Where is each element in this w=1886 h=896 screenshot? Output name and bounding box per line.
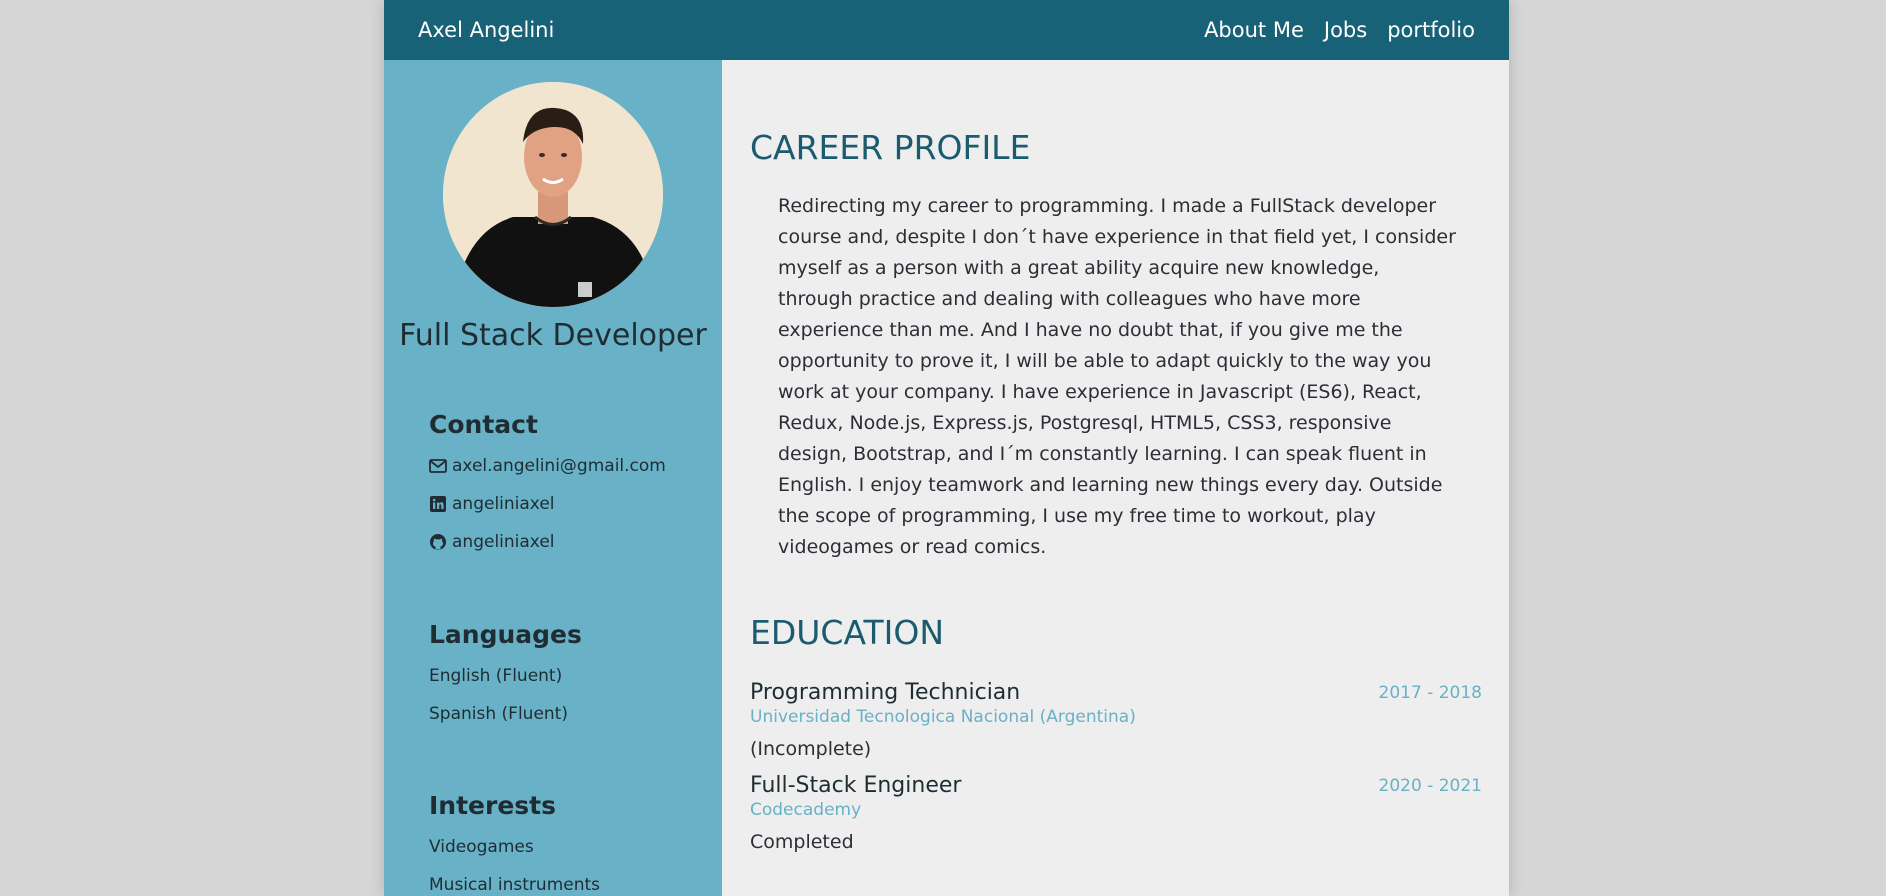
education-item: Full-Stack Engineer 2020 - 2021 Codecade… [750, 773, 1482, 853]
language-item-spanish: Spanish (Fluent) [429, 704, 568, 724]
linkedin-icon [429, 495, 447, 513]
linkedin-link[interactable]: angeliniaxel [452, 494, 555, 514]
contact-section: Contact axel.angelini@gmail.com angelini… [429, 410, 699, 561]
education-school: Codecademy [750, 800, 862, 820]
languages-section: Languages English (Fluent) Spanish (Flue… [429, 620, 699, 733]
career-profile-text: Redirecting my career to programming. I … [778, 195, 1456, 558]
education-status: (Incomplete) [750, 738, 872, 760]
resume-page: Axel Angelini About Me Jobs portfolio Fu… [384, 0, 1509, 896]
brand-link[interactable]: Axel Angelini [418, 18, 554, 42]
contact-heading: Contact [429, 410, 538, 439]
education-status: Completed [750, 831, 854, 853]
interest-item-videogames: Videogames [429, 837, 534, 857]
interest-item-musical-instruments: Musical instruments [429, 875, 601, 895]
github-icon [429, 533, 447, 551]
github-link[interactable]: angeliniaxel [452, 532, 555, 552]
languages-heading: Languages [429, 620, 582, 649]
education-item: Programming Technician 2017 - 2018 Unive… [750, 680, 1482, 760]
job-title: Full Stack Developer [399, 318, 707, 353]
education-years: 2020 - 2021 [1378, 776, 1482, 796]
nav-link-portfolio[interactable]: portfolio [1387, 18, 1475, 42]
nav-link-about-me[interactable]: About Me [1204, 18, 1304, 42]
top-navbar: Axel Angelini About Me Jobs portfolio [384, 0, 1509, 60]
education-degree: Full-Stack Engineer [750, 773, 962, 798]
main-content: CAREER PROFILE Redirecting my career to … [750, 60, 1482, 853]
career-profile-title: CAREER PROFILE [750, 128, 1031, 167]
sidebar: Full Stack Developer Contact axel.angeli… [384, 60, 722, 896]
contact-email-item: axel.angelini@gmail.com [429, 447, 699, 485]
envelope-icon [429, 457, 447, 475]
education-school: Universidad Tecnologica Nacional (Argent… [750, 707, 1136, 727]
contact-linkedin-item: angeliniaxel [429, 485, 699, 523]
nav-links: About Me Jobs portfolio [1204, 18, 1475, 42]
interests-heading: Interests [429, 791, 557, 820]
nav-link-jobs[interactable]: Jobs [1324, 18, 1367, 42]
interests-section: Interests Videogames Musical instruments [429, 791, 699, 896]
contact-github-item: angeliniaxel [429, 523, 699, 561]
education-degree: Programming Technician [750, 680, 1021, 705]
avatar-photo [443, 82, 663, 307]
language-item-english: English (Fluent) [429, 666, 563, 686]
education-years: 2017 - 2018 [1378, 683, 1482, 703]
education-title: EDUCATION [750, 613, 945, 652]
avatar [443, 82, 663, 307]
email-link[interactable]: axel.angelini@gmail.com [452, 456, 666, 476]
